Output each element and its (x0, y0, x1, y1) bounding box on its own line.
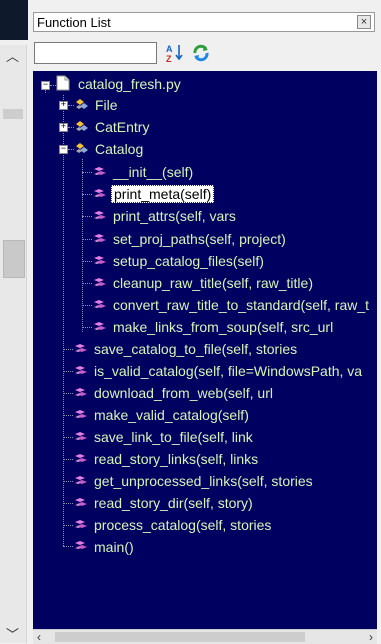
tree-function[interactable]: get_unprocessed_links(self, stories (92, 471, 315, 491)
method-icon (92, 276, 108, 295)
class-icon (74, 140, 90, 161)
tree-class-file[interactable]: File (93, 95, 120, 115)
tree-class-catalog[interactable]: Catalog (93, 139, 145, 159)
method-name: print_meta(self) (111, 185, 215, 203)
scroll-right-arrow-icon[interactable]: › (369, 630, 373, 644)
tree-function[interactable]: save_link_to_file(self, link (92, 427, 255, 447)
function-name: process_catalog(self, stories (94, 517, 272, 533)
tree-function[interactable]: is_valid_catalog(self, file=WindowsPath,… (92, 361, 364, 381)
class-name: File (95, 97, 118, 113)
function-list-panel: Function List × A Z − catalog_fresh.py +… (31, 9, 377, 644)
editor-vertical-scrollbar[interactable] (0, 45, 27, 643)
close-icon[interactable]: × (357, 15, 371, 29)
file-name: catalog_fresh.py (78, 76, 181, 92)
function-icon (73, 496, 89, 515)
method-icon (92, 232, 108, 251)
tree-function[interactable]: make_valid_catalog(self) (92, 405, 251, 425)
tree-method[interactable]: convert_raw_title_to_standard(self, raw_… (111, 295, 371, 315)
class-name: CatEntry (95, 119, 150, 135)
method-name: setup_catalog_files(self) (113, 253, 264, 269)
tree-function[interactable]: read_story_links(self, links (92, 449, 260, 469)
method-name: make_links_from_soup(self, src_url (113, 319, 334, 335)
tree-method[interactable]: cleanup_raw_title(self, raw_title) (111, 273, 315, 293)
scroll-up-arrow-icon[interactable]: ︿ (6, 50, 19, 63)
tree-method[interactable]: make_links_from_soup(self, src_url (111, 317, 335, 337)
svg-text:A: A (166, 44, 173, 54)
horizontal-scrollbar[interactable]: ‹ › (33, 629, 377, 644)
tree-class-catentry[interactable]: CatEntry (93, 117, 151, 137)
class-icon (74, 96, 90, 117)
search-input[interactable] (34, 42, 157, 64)
function-name: download_from_web(self, url (94, 385, 273, 401)
tree-method[interactable]: __init__(self) (111, 162, 195, 182)
editor-edge: ︿ ﹀ (0, 0, 28, 643)
expand-toggle[interactable]: + (59, 123, 68, 132)
function-name: make_valid_catalog(self) (94, 407, 249, 423)
function-name: get_unprocessed_links(self, stories (94, 473, 313, 489)
tree-function[interactable]: process_catalog(self, stories (92, 515, 273, 535)
scroll-down-arrow-icon[interactable]: ﹀ (6, 628, 19, 641)
collapse-toggle[interactable]: − (41, 81, 50, 90)
function-name: read_story_links(self, links (94, 451, 259, 467)
panel-title: Function List (37, 15, 111, 30)
method-name: set_proj_paths(self, project) (113, 231, 286, 247)
function-icon (73, 539, 89, 558)
method-icon (92, 165, 108, 184)
function-icon (73, 342, 89, 361)
tree-function[interactable]: main() (92, 537, 136, 557)
refresh-icon[interactable] (191, 43, 211, 63)
tree-method-selected[interactable]: print_meta(self) (111, 184, 215, 204)
function-name: main() (94, 539, 134, 555)
expand-toggle[interactable]: + (59, 101, 68, 110)
class-name: Catalog (95, 141, 144, 157)
method-icon (92, 320, 108, 339)
function-icon (73, 430, 89, 449)
editor-scrollbar-thumb[interactable] (3, 240, 25, 278)
tree-root-file[interactable]: catalog_fresh.py (76, 74, 183, 94)
method-icon (92, 209, 108, 228)
function-tree[interactable]: − catalog_fresh.py + File + CatEntry − C… (33, 71, 377, 643)
method-icon (92, 254, 108, 273)
function-icon (73, 452, 89, 471)
tree-method[interactable]: setup_catalog_files(self) (111, 251, 266, 271)
method-name: print_attrs(self, vars (113, 208, 236, 224)
function-name: read_story_dir(self, story) (94, 495, 253, 511)
tree-function[interactable]: save_catalog_to_file(self, stories (92, 339, 299, 359)
function-icon (73, 364, 89, 383)
function-icon (73, 408, 89, 427)
function-name: is_valid_catalog(self, file=WindowsPath,… (94, 363, 363, 379)
tree-function[interactable]: read_story_dir(self, story) (92, 493, 255, 513)
horizontal-scrollbar-thumb[interactable] (55, 632, 305, 642)
function-name: save_catalog_to_file(self, stories (94, 341, 298, 357)
panel-toolbar: A Z (31, 37, 377, 69)
method-name: __init__(self) (113, 164, 194, 180)
method-name: cleanup_raw_title(self, raw_title) (113, 275, 313, 291)
class-icon (74, 118, 90, 139)
function-icon (73, 518, 89, 537)
tree-method[interactable]: set_proj_paths(self, project) (111, 229, 288, 249)
function-icon (73, 386, 89, 405)
python-file-icon (56, 75, 70, 91)
editor-top-edge (0, 0, 28, 40)
function-name: save_link_to_file(self, link (94, 429, 253, 445)
method-name: convert_raw_title_to_standard(self, raw_… (113, 297, 370, 313)
collapse-toggle[interactable]: − (59, 145, 68, 154)
editor-scrollbar-marker (3, 109, 23, 119)
method-icon (92, 298, 108, 317)
method-icon (92, 187, 108, 206)
svg-text:Z: Z (166, 54, 172, 63)
tree-method[interactable]: print_attrs(self, vars (111, 206, 238, 226)
panel-header: Function List × (33, 12, 375, 32)
function-icon (73, 474, 89, 493)
tree-function[interactable]: download_from_web(self, url (92, 383, 275, 403)
sort-az-icon[interactable]: A Z (166, 43, 184, 64)
scroll-left-arrow-icon[interactable]: ‹ (37, 630, 41, 644)
